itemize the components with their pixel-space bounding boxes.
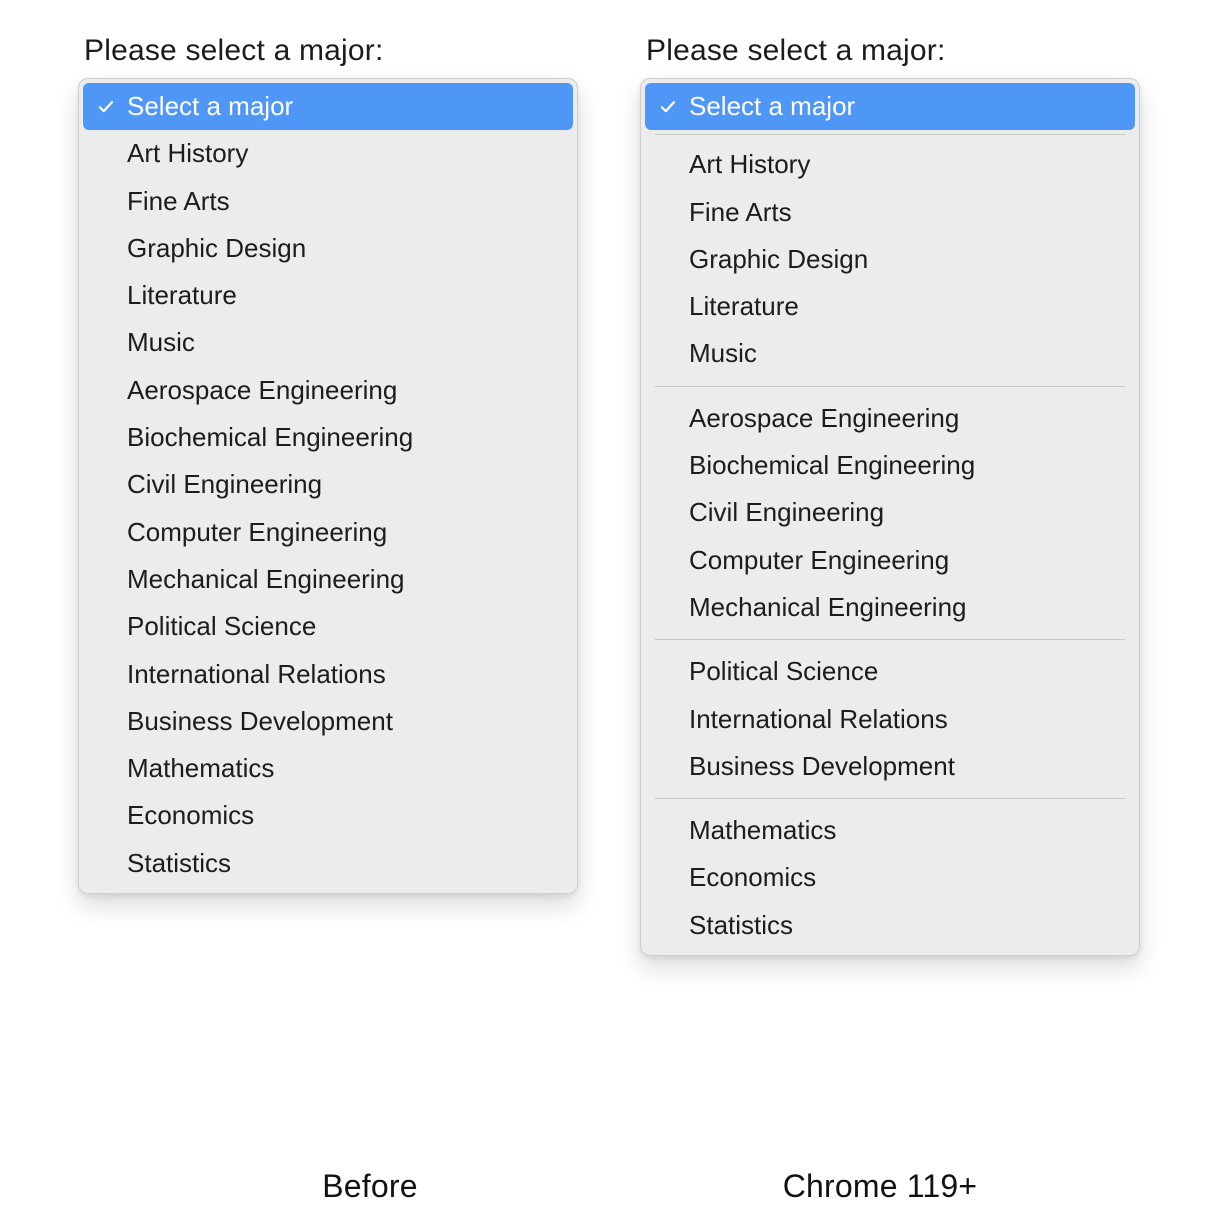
option-label: Mathematics (689, 817, 836, 844)
option-label: Biochemical Engineering (689, 452, 975, 479)
option-label: Fine Arts (127, 188, 230, 215)
option-label: Civil Engineering (689, 499, 884, 526)
option-label: Mathematics (127, 755, 274, 782)
option-item[interactable]: Economics (641, 854, 1139, 901)
option-label: Literature (689, 293, 799, 320)
option-label: Computer Engineering (689, 547, 949, 574)
option-label: Political Science (127, 613, 316, 640)
check-icon (659, 97, 677, 115)
group-divider (655, 386, 1125, 387)
group-divider (655, 134, 1125, 135)
option-item[interactable]: Statistics (641, 902, 1139, 949)
caption-after: Chrome 119+ (680, 1168, 1080, 1205)
option-item[interactable]: Computer Engineering (641, 537, 1139, 584)
check-icon (97, 97, 115, 115)
option-label: Political Science (689, 658, 878, 685)
option-label: Statistics (689, 912, 793, 939)
option-item[interactable]: Computer Engineering (79, 509, 577, 556)
option-item[interactable]: Fine Arts (79, 178, 577, 225)
option-item[interactable]: Art History (641, 141, 1139, 188)
after-column: Please select a major: Select a major Ar… (640, 34, 1140, 956)
option-label: Art History (689, 151, 810, 178)
option-item[interactable]: Literature (641, 283, 1139, 330)
option-item[interactable]: Graphic Design (641, 236, 1139, 283)
option-item[interactable]: Mathematics (79, 745, 577, 792)
option-label: Art History (127, 140, 248, 167)
option-label: Fine Arts (689, 199, 792, 226)
option-item[interactable]: Political Science (641, 648, 1139, 695)
prompt-label-after: Please select a major: (646, 34, 1140, 68)
option-label: Music (689, 340, 757, 367)
option-label: Aerospace Engineering (127, 377, 397, 404)
option-item[interactable]: Aerospace Engineering (641, 395, 1139, 442)
option-label: Select a major (689, 93, 855, 120)
option-item[interactable]: Political Science (79, 603, 577, 650)
option-item[interactable]: Mechanical Engineering (79, 556, 577, 603)
option-label: Computer Engineering (127, 519, 387, 546)
option-item[interactable]: Civil Engineering (79, 461, 577, 508)
group-divider (655, 798, 1125, 799)
select-listbox-before[interactable]: Select a major Art History Fine Arts Graph… (78, 78, 578, 894)
option-item[interactable]: Biochemical Engineering (79, 414, 577, 461)
option-item[interactable]: Music (79, 319, 577, 366)
option-label: Biochemical Engineering (127, 424, 413, 451)
option-item[interactable]: Music (641, 330, 1139, 377)
option-label: International Relations (689, 706, 948, 733)
option-label: Select a major (127, 93, 293, 120)
option-placeholder[interactable]: Select a major (83, 83, 573, 130)
group-divider (655, 639, 1125, 640)
option-label: Aerospace Engineering (689, 405, 959, 432)
option-item[interactable]: Economics (79, 792, 577, 839)
option-label: Mechanical Engineering (127, 566, 405, 593)
option-label: Civil Engineering (127, 471, 322, 498)
option-item[interactable]: Mechanical Engineering (641, 584, 1139, 631)
comparison-stage: Please select a major: Select a major Ar… (0, 0, 1205, 1222)
option-label: Business Development (689, 753, 955, 780)
prompt-label-before: Please select a major: (84, 34, 578, 68)
option-item[interactable]: Civil Engineering (641, 489, 1139, 536)
option-item[interactable]: International Relations (641, 696, 1139, 743)
option-item[interactable]: Business Development (641, 743, 1139, 790)
option-item[interactable]: Business Development (79, 698, 577, 745)
option-item[interactable]: Art History (79, 130, 577, 177)
option-placeholder[interactable]: Select a major (645, 83, 1135, 130)
option-label: Economics (127, 802, 254, 829)
option-item[interactable]: International Relations (79, 651, 577, 698)
option-label: Music (127, 329, 195, 356)
option-item[interactable]: Graphic Design (79, 225, 577, 272)
option-label: Graphic Design (127, 235, 306, 262)
caption-before: Before (170, 1168, 570, 1205)
option-label: International Relations (127, 661, 386, 688)
before-column: Please select a major: Select a major Ar… (78, 34, 578, 894)
option-item[interactable]: Aerospace Engineering (79, 367, 577, 414)
option-label: Graphic Design (689, 246, 868, 273)
option-item[interactable]: Fine Arts (641, 189, 1139, 236)
option-label: Economics (689, 864, 816, 891)
option-item[interactable]: Biochemical Engineering (641, 442, 1139, 489)
option-label: Literature (127, 282, 237, 309)
option-label: Mechanical Engineering (689, 594, 967, 621)
option-item[interactable]: Statistics (79, 840, 577, 887)
option-label: Business Development (127, 708, 393, 735)
option-label: Statistics (127, 850, 231, 877)
option-item[interactable]: Literature (79, 272, 577, 319)
select-listbox-after[interactable]: Select a major Art History Fine Arts Graph… (640, 78, 1140, 956)
option-item[interactable]: Mathematics (641, 807, 1139, 854)
